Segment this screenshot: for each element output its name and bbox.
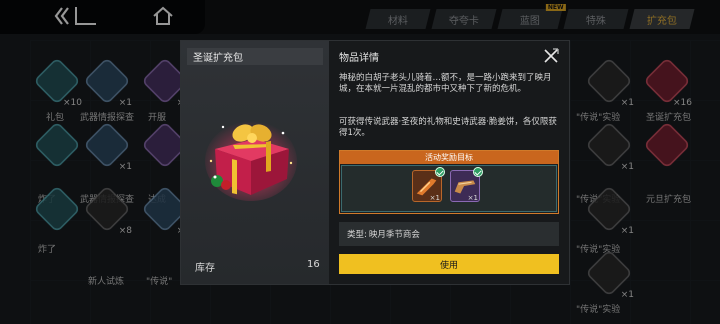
stock-label: 库存 (195, 263, 215, 274)
christmas-gift-icon (205, 121, 297, 201)
reward-goal-list: ×1 ×1 (341, 165, 557, 212)
type-label: 类型: (347, 230, 367, 240)
details-title: 物品详情 (339, 53, 379, 64)
reward-item[interactable]: ×1 (450, 167, 483, 202)
item-detail-panel: 物品详情 神秘的白胡子老头儿骑着…额不，是一路小跑来到了映月城，在本就一片混乱的… (329, 41, 569, 284)
close-icon[interactable] (542, 47, 560, 65)
obtained-check-icon (473, 167, 483, 177)
item-preview-panel: 圣诞扩充包 库存 16 (181, 41, 329, 284)
type-value: 映月季节商会 (368, 230, 420, 240)
reward-goal-header: 活动奖励目标 (340, 151, 558, 164)
item-type-row: 类型: 映月季节商会 (339, 222, 559, 246)
obtained-check-icon (435, 167, 445, 177)
use-button[interactable]: 使用 (339, 254, 559, 274)
stock-count: 16 (307, 259, 320, 270)
reward-item[interactable]: ×1 (412, 167, 445, 202)
item-detail-modal: 圣诞扩充包 库存 16 物品详情 神秘的白胡子老头儿骑着…额不，是一路小跑来到了… (180, 40, 570, 285)
item-name: 圣诞扩充包 (187, 48, 323, 65)
item-obtain-info: 可获得传说武器·圣夜的礼物和史诗武器·脆姜饼，各仅限获得1次。 (339, 117, 557, 138)
reward-goal-box: 活动奖励目标 ×1 ×1 (339, 150, 559, 214)
item-description: 神秘的白胡子老头儿骑着…额不，是一路小跑来到了映月城，在本就一片混乱的都市中又种… (339, 73, 552, 94)
